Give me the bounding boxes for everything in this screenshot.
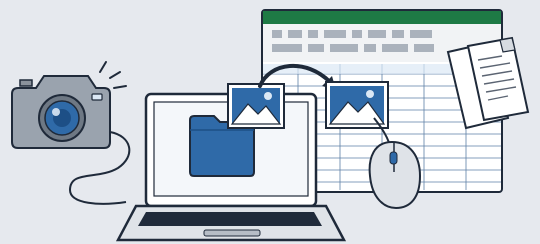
photo-to-spreadsheet-illustration (11, 9, 530, 242)
spreadsheet-title-bar (263, 11, 501, 24)
photo-source-image-icon (227, 83, 285, 129)
photo-destination-image-icon (325, 81, 389, 129)
flash-rays (99, 61, 127, 89)
camera-icon (11, 75, 111, 149)
